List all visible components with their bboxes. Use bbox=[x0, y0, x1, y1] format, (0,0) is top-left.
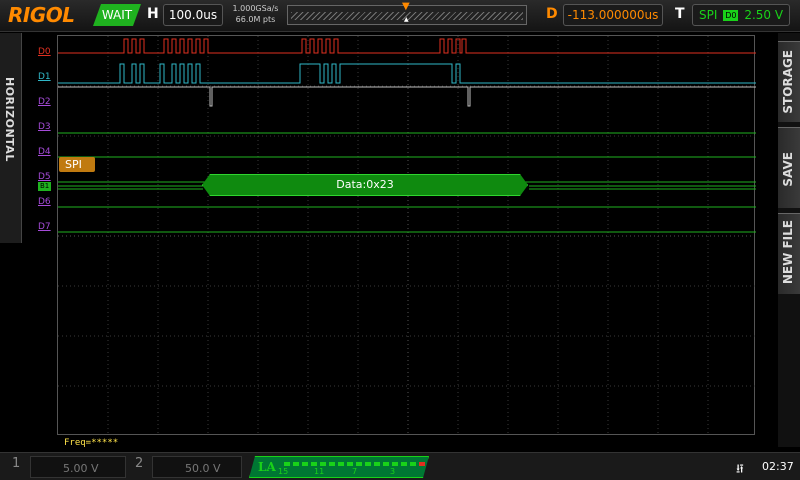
ch2-scale: 50.0 V bbox=[185, 462, 221, 475]
ch1-scale-box[interactable]: 5.00 V bbox=[30, 456, 126, 478]
trigger-label: T bbox=[675, 6, 685, 22]
channel-label-d2: D2 bbox=[38, 97, 51, 107]
usb-icon: ⭿ bbox=[736, 462, 744, 476]
la-channel-indicator bbox=[320, 462, 326, 466]
new-file-label: NEW FILE bbox=[781, 220, 795, 285]
new-file-menu-button[interactable]: NEW FILE bbox=[778, 213, 800, 295]
channel-label-d3: D3 bbox=[38, 122, 51, 132]
save-label: SAVE bbox=[781, 152, 795, 187]
channel-label-d1: D1 bbox=[38, 72, 51, 82]
horizontal-tab-label: HORIZONTAL bbox=[3, 77, 16, 162]
la-channel-indicator bbox=[356, 462, 362, 466]
ch1-scale: 5.00 V bbox=[63, 462, 99, 475]
channel-label-d0: D0 bbox=[38, 47, 51, 57]
trigger-type: SPI bbox=[699, 8, 718, 22]
channel-label-d4: D4 bbox=[38, 147, 51, 157]
delay-label: D bbox=[546, 6, 558, 22]
spi-bus-label[interactable]: SPI bbox=[59, 157, 95, 172]
d2-trace bbox=[58, 86, 756, 107]
la-channel-indicator bbox=[293, 462, 299, 466]
la-group-15: 15 bbox=[278, 467, 289, 476]
channel-label-d7: D7 bbox=[38, 222, 51, 232]
la-channel-indicator bbox=[401, 462, 407, 466]
timebase-value[interactable]: 100.0us bbox=[163, 4, 223, 26]
clock: 02:37 bbox=[762, 460, 794, 473]
la-channel-indicator bbox=[311, 462, 317, 466]
la-channel-indicator bbox=[374, 462, 380, 466]
ch2-number: 2 bbox=[135, 456, 144, 471]
horizontal-menu-tab[interactable]: HORIZONTAL bbox=[0, 33, 22, 243]
la-channel-indicator bbox=[347, 462, 353, 466]
waveform-display[interactable] bbox=[57, 35, 756, 436]
memory-depth: 66.0M pts bbox=[235, 15, 276, 24]
la-group-7: 7 bbox=[352, 467, 358, 476]
waveform-graticule bbox=[58, 36, 756, 436]
la-channel-indicator bbox=[392, 462, 398, 466]
run-status-badge[interactable]: WAIT bbox=[93, 4, 141, 26]
la-label: LA bbox=[258, 460, 276, 474]
delay-value[interactable]: -113.000000us bbox=[563, 4, 663, 26]
memory-center-marker-icon: ▲ bbox=[404, 16, 409, 23]
la-channel-indicator bbox=[329, 462, 335, 466]
ch1-number: 1 bbox=[12, 456, 21, 471]
la-channel-indicator bbox=[410, 462, 416, 466]
trigger-source: D0 bbox=[723, 10, 739, 21]
memory-overview-strip[interactable]: ▼ ▲ bbox=[287, 1, 527, 25]
d0-trace bbox=[58, 38, 756, 54]
channel-label-d6: D6 bbox=[38, 197, 51, 207]
horizontal-label: H bbox=[147, 6, 159, 22]
acquisition-info: 1.000GSa/s 66.0M pts bbox=[228, 3, 283, 25]
save-menu-button[interactable]: SAVE bbox=[778, 127, 800, 209]
la-channel-indicator bbox=[338, 462, 344, 466]
la-group-11: 11 bbox=[314, 467, 325, 476]
ch2-scale-box[interactable]: 50.0 V bbox=[152, 456, 242, 478]
frequency-readout: Freq=***** bbox=[64, 438, 119, 448]
bottom-channel-bar: 1 5.00 V 2 50.0 V LA 15 11 7 3 ⭿ 02:37 bbox=[0, 452, 800, 480]
trigger-position-marker-icon: ▼ bbox=[402, 1, 410, 12]
rigol-logo: RIGOL bbox=[8, 3, 75, 27]
la-channel-indicator bbox=[419, 462, 425, 466]
la-channel-indicator bbox=[365, 462, 371, 466]
spi-decode-packet[interactable]: Data:0x23 bbox=[202, 174, 528, 196]
d1-trace bbox=[58, 63, 756, 84]
bus-b1-marker: B1 bbox=[38, 182, 52, 191]
trigger-level: 2.50 V bbox=[744, 8, 784, 22]
right-softkey-menu: STORAGE SAVE NEW FILE bbox=[778, 33, 800, 447]
storage-label: STORAGE bbox=[781, 50, 795, 114]
trigger-settings[interactable]: SPI D0 2.50 V bbox=[692, 4, 790, 26]
la-channel-indicator bbox=[284, 462, 290, 466]
channel-label-d5: D5 bbox=[38, 172, 51, 182]
la-group-3: 3 bbox=[390, 467, 396, 476]
la-channel-indicator bbox=[302, 462, 308, 466]
logic-analyzer-box[interactable]: LA 15 11 7 3 bbox=[249, 456, 429, 478]
la-channel-indicator bbox=[383, 462, 389, 466]
storage-menu-button[interactable]: STORAGE bbox=[778, 41, 800, 123]
top-status-bar: RIGOL WAIT H 100.0us 1.000GSa/s 66.0M pt… bbox=[0, 0, 800, 32]
sample-rate: 1.000GSa/s bbox=[232, 4, 279, 13]
